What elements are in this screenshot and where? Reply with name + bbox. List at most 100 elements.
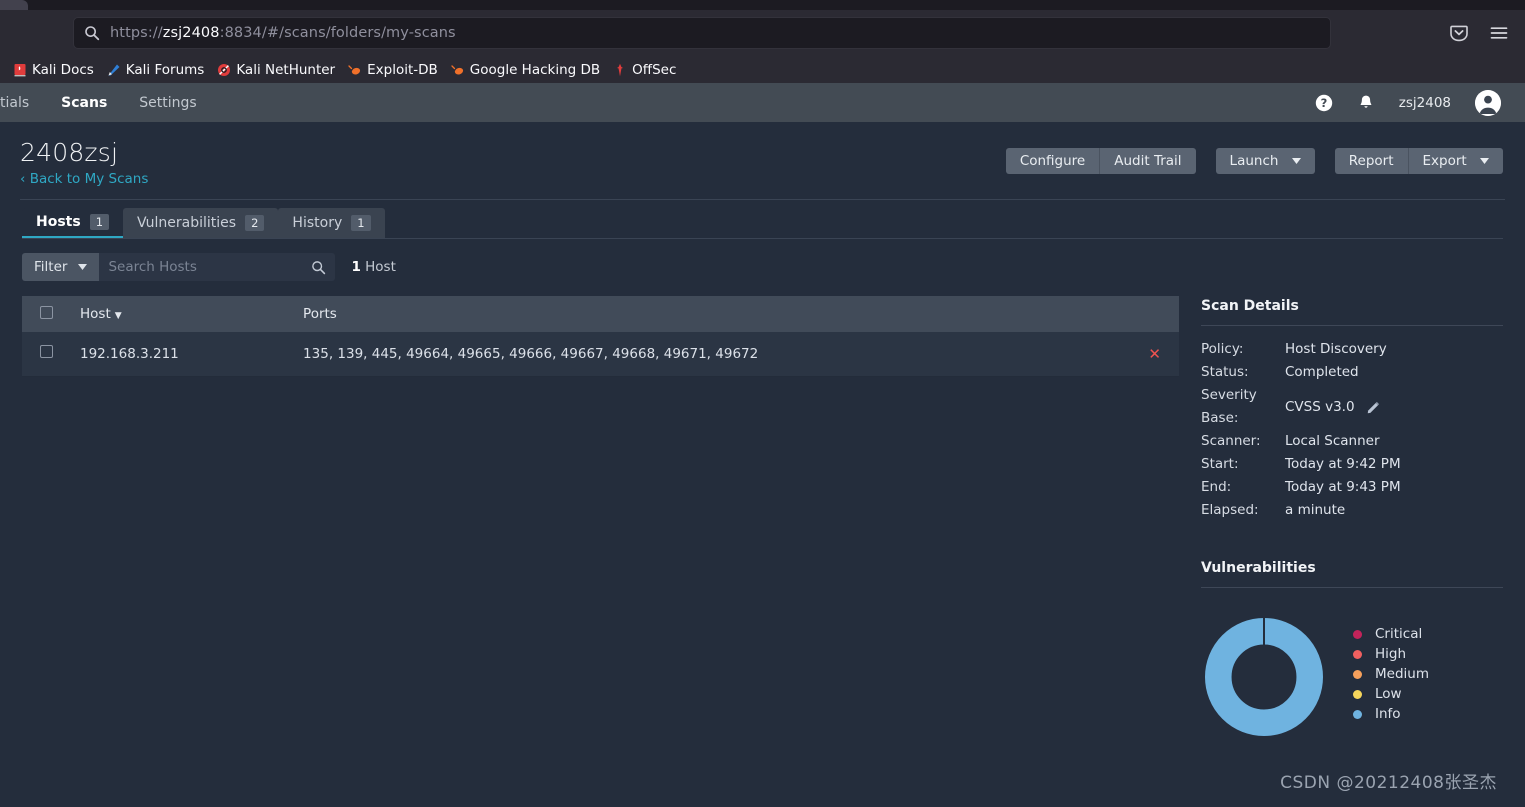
svg-text:?: ? xyxy=(1320,96,1327,110)
nav-item-credentials[interactable]: tials xyxy=(0,95,45,111)
offsec-icon xyxy=(617,63,623,76)
avatar-glyph xyxy=(1475,89,1501,116)
launch-label: Launch xyxy=(1229,153,1279,169)
tab-vulnerabilities[interactable]: Vulnerabilities 2 xyxy=(123,208,279,238)
legend-label: Medium xyxy=(1375,666,1429,682)
detail-row-severity-base: Severity Base: CVSS v3.0 xyxy=(1201,384,1503,430)
column-header-host[interactable]: Host ▼ xyxy=(68,296,284,332)
bookmark-label: Kali NetHunter xyxy=(236,61,336,78)
legend-label: High xyxy=(1375,646,1407,662)
bookmark-label: Kali Docs xyxy=(32,61,94,78)
address-bar[interactable]: https://zsj2408:8834/#/scans/folders/my-… xyxy=(73,17,1331,49)
legend-item-info: Info xyxy=(1353,704,1429,724)
select-all-header xyxy=(22,296,68,332)
search-input[interactable] xyxy=(108,259,312,275)
tabs-row: Hosts 1 Vulnerabilities 2 History 1 xyxy=(0,194,1525,239)
tabs-underline xyxy=(22,238,1503,239)
tab-hosts[interactable]: Hosts 1 xyxy=(22,208,124,238)
bookmark-label: Exploit-DB xyxy=(367,61,438,78)
detail-label: End: xyxy=(1201,479,1232,495)
legend-dot xyxy=(1353,669,1362,679)
detail-label: Start: xyxy=(1201,456,1239,472)
legend-label: Info xyxy=(1375,706,1401,722)
tab-label: History xyxy=(292,215,343,231)
vulnerabilities-chart-section: Vulnerabilities Critical High Medium Low… xyxy=(1201,560,1503,740)
bookmark-label: OffSec xyxy=(632,61,677,78)
configure-audit-group: Configure Audit Trail xyxy=(1005,148,1196,174)
select-all-checkbox[interactable] xyxy=(40,305,53,319)
detail-row-end: End: Today at 9:43 PM xyxy=(1201,476,1503,499)
legend-dot xyxy=(1353,649,1362,659)
tab-count-badge: 1 xyxy=(351,215,371,231)
legend-label: Low xyxy=(1375,686,1402,702)
detail-value: Local Scanner xyxy=(1285,433,1380,449)
table-row[interactable]: 192.168.3.211 135, 139, 445, 49664, 4966… xyxy=(22,332,1179,377)
detail-value: Completed xyxy=(1285,364,1359,380)
pencil-edit-icon[interactable] xyxy=(1367,401,1380,414)
legend-dot xyxy=(1353,709,1362,719)
column-header-host-label: Host xyxy=(80,306,111,322)
chevron-down-icon xyxy=(1291,158,1301,164)
hamburger-menu-icon[interactable] xyxy=(1489,23,1509,43)
nav-item-scans[interactable]: Scans xyxy=(45,95,123,111)
page-root: https://zsj2408:8834/#/scans/folders/my-… xyxy=(0,0,1525,807)
csdn-watermark: CSDN @20212408张圣杰 xyxy=(1280,773,1497,793)
configure-button[interactable]: Configure xyxy=(1005,148,1100,174)
legend-dot xyxy=(1353,689,1362,699)
scan-details-section: Scan Details Policy: Host Discovery Stat… xyxy=(1201,298,1503,522)
page-header-actions: Configure Audit Trail Launch Report Expo… xyxy=(1005,148,1503,174)
column-header-ports[interactable]: Ports xyxy=(283,296,1179,332)
browser-tab-partial[interactable] xyxy=(0,0,28,10)
audit-trail-button[interactable]: Audit Trail xyxy=(1099,148,1196,174)
filter-row: Filter 1 Host xyxy=(0,239,1525,281)
bookmark-google-hacking-db[interactable]: Google Hacking DB xyxy=(446,60,608,80)
scan-details-rule xyxy=(1201,325,1503,326)
address-bar-text: https://zsj2408:8834/#/scans/folders/my-… xyxy=(110,25,456,41)
hosts-table-panel: Host ▼ Ports 192.168.3.211 135, 139, 445… xyxy=(22,296,1179,740)
bookmark-offsec[interactable]: OffSec xyxy=(608,60,684,80)
row-ports-cell: 135, 139, 445, 49664, 49665, 49666, 4966… xyxy=(283,332,1137,377)
detail-value: Today at 9:43 PM xyxy=(1285,479,1401,495)
detail-value-wrap: CVSS v3.0 xyxy=(1285,384,1380,430)
back-to-my-scans-link[interactable]: ‹ Back to My Scans xyxy=(20,171,148,187)
legend-dot xyxy=(1353,629,1362,639)
detail-value: a minute xyxy=(1285,502,1346,518)
detail-label: Policy: xyxy=(1201,341,1244,357)
app-nav-actions: ? zsj2408 xyxy=(1315,89,1509,116)
column-header-ports-label: Ports xyxy=(303,306,337,322)
search-icon[interactable] xyxy=(311,260,326,275)
host-count-label: 1 Host xyxy=(351,259,395,275)
filter-dropdown-button[interactable]: Filter xyxy=(22,253,100,281)
row-checkbox[interactable] xyxy=(40,345,53,359)
bookmark-kali-forums[interactable]: Kali Forums xyxy=(102,60,213,80)
nav-item-settings[interactable]: Settings xyxy=(123,95,212,111)
tab-history[interactable]: History 1 xyxy=(278,208,385,238)
search-hosts-field[interactable] xyxy=(99,253,336,281)
vulnerabilities-rule xyxy=(1201,587,1503,588)
delete-x-icon[interactable]: ✕ xyxy=(1148,345,1161,363)
detail-value: Today at 9:42 PM xyxy=(1285,456,1401,472)
bell-icon[interactable] xyxy=(1357,94,1375,112)
legend-item-high: High xyxy=(1353,644,1429,664)
launch-button[interactable]: Launch xyxy=(1215,148,1315,174)
detail-row-scanner: Scanner: Local Scanner xyxy=(1201,430,1503,453)
content-area: Host ▼ Ports 192.168.3.211 135, 139, 445… xyxy=(0,281,1525,740)
bookmark-kali-docs[interactable]: Kali Docs xyxy=(8,60,102,80)
pocket-save-icon[interactable] xyxy=(1449,23,1469,43)
bookmark-kali-nethunter[interactable]: Kali NetHunter xyxy=(212,60,343,80)
bookmark-exploit-db[interactable]: Exploit-DB xyxy=(343,60,446,80)
export-button[interactable]: Export xyxy=(1407,148,1503,174)
google-hacking-db-icon xyxy=(451,64,463,75)
filter-label: Filter xyxy=(34,259,68,275)
report-button[interactable]: Report xyxy=(1334,148,1408,174)
app-top-nav: tials Scans Settings ? zsj2408 xyxy=(0,83,1525,122)
kali-docs-icon xyxy=(14,63,26,76)
legend-label: Critical xyxy=(1375,626,1423,642)
bookmark-label: Kali Forums xyxy=(125,61,205,78)
vulnerability-donut-chart[interactable] xyxy=(1201,614,1327,740)
browser-tab-strip xyxy=(0,0,1525,10)
help-circle-icon[interactable]: ? xyxy=(1315,94,1333,112)
nav-username: zsj2408 xyxy=(1398,94,1451,111)
launch-group: Launch xyxy=(1215,148,1315,174)
user-avatar-icon[interactable] xyxy=(1475,89,1501,116)
